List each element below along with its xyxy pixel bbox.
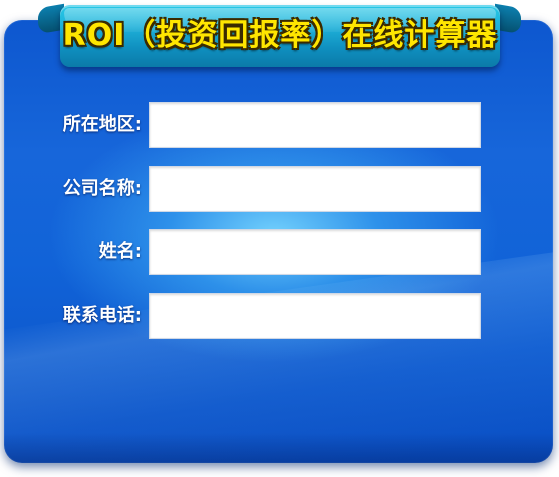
company-name-label: 公司名称: — [62, 178, 142, 199]
form-row-region: 所在地区: — [0, 102, 559, 148]
form-row-company: 公司名称: — [0, 166, 559, 212]
region-input[interactable] — [149, 102, 481, 148]
form-row-phone: 联系电话: — [0, 293, 559, 339]
region-label: 所在地区: — [62, 114, 142, 135]
phone-label: 联系电话: — [62, 305, 142, 326]
form-row-name: 姓名: — [0, 229, 559, 275]
page-title: ROI（投资回报率）在线计算器 — [62, 18, 498, 53]
company-name-input[interactable] — [149, 166, 481, 212]
name-input[interactable] — [149, 229, 481, 275]
phone-input[interactable] — [149, 293, 481, 339]
roi-calculator-widget: ROI（投资回报率）在线计算器 所在地区: 公司名称: 姓名: 联系电话: — [0, 0, 559, 477]
name-label: 姓名: — [98, 241, 142, 262]
